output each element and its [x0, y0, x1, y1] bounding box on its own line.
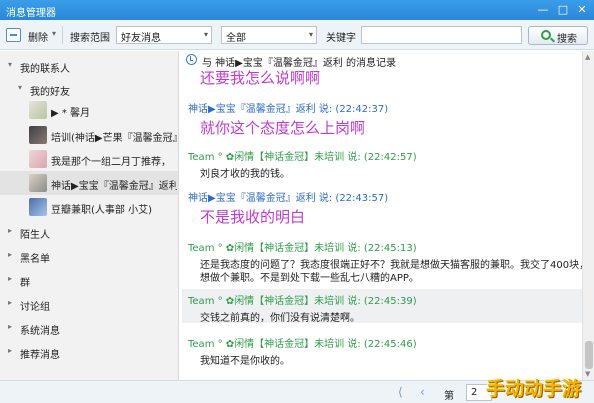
tree-category-recommendations[interactable]: ▸ 推荐消息 [0, 341, 178, 363]
contact-item[interactable]: ▶ * 馨月 [0, 98, 178, 122]
window-title: 消息管理器 [6, 8, 56, 19]
tree-root-label: 我的联系人 [20, 64, 70, 75]
expand-arrow-icon: ▸ [8, 226, 13, 235]
message-log-title: 与 神话▶宝宝『温馨金冠』返利 的消息记录 [202, 58, 397, 69]
avatar [29, 150, 47, 168]
tree-category-groups[interactable]: ▸ 群 [0, 269, 178, 291]
tree-category-strangers[interactable]: ▸ 陌生人 [0, 221, 178, 243]
tree-category-discussions[interactable]: ▸ 讨论组 [0, 293, 178, 315]
range-select-value: 全部 [226, 33, 246, 44]
scope-select-value: 好友消息 [121, 33, 161, 44]
contact-tree: ▾ 我的联系人 ▾ 我的好友 ▶ * 馨月 培训(神话▶芒果『温馨金冠』 我是那… [0, 51, 179, 380]
message-text: 还要我怎么说啊啊 [200, 69, 321, 87]
search-scope-label: 搜索范围 [70, 33, 110, 44]
search-button-label: 搜索 [557, 34, 577, 45]
message-sender: Team ° ✿闲情【神话金冠】未培训 说: (22:42:57) [188, 152, 417, 163]
contact-item-selected[interactable]: 神话▶宝宝『温馨金冠』返利 [0, 171, 178, 195]
tree-group-label: 我的好友 [30, 87, 70, 98]
keyword-label: 关键字 [326, 33, 356, 44]
contact-name: 培训(神话▶芒果『温馨金冠』 [51, 133, 177, 144]
category-label: 系统消息 [20, 326, 60, 337]
category-label: 推荐消息 [20, 350, 60, 361]
contact-item[interactable]: 培训(神话▶芒果『温馨金冠』 [0, 123, 178, 147]
title-bar: 消息管理器 — □ ✕ [0, 0, 594, 20]
message-text: 不是我收的明白 [200, 208, 306, 226]
avatar [29, 101, 47, 119]
expand-arrow-icon: ▸ [8, 274, 13, 283]
chevron-down-icon: ▾ [203, 30, 208, 39]
toolbar: 删除 ▾ 搜索范围 好友消息 ▾ 全部 ▾ 关键字 搜索 [0, 20, 594, 50]
expand-arrow-icon: ▸ [8, 322, 13, 331]
tree-root-my-contacts[interactable]: ▾ 我的联系人 [0, 55, 178, 77]
category-label: 群 [20, 278, 30, 289]
message-text: 刘良才收的我的钱。 [200, 169, 290, 180]
delete-button[interactable]: 删除 [28, 29, 48, 44]
minimize-button[interactable]: — [536, 3, 550, 17]
expand-arrow-icon: ▸ [8, 346, 13, 355]
chevron-down-icon: ▾ [308, 30, 313, 39]
tree-category-blacklist[interactable]: ▸ 黑名单 [0, 245, 178, 267]
clock-icon [186, 54, 197, 65]
message-text: 就你这个态度怎么上岗啊 [200, 119, 366, 137]
message-sender: Team ° ✿闲情【神话金冠】未培训 说: (22:45:46) [188, 339, 417, 350]
message-sender: Team ° ✿闲情【神话金冠】未培训 说: (22:45:13) [188, 243, 417, 254]
previous-page-button[interactable]: ‹ [420, 385, 425, 399]
expand-arrow-icon: ▾ [18, 83, 23, 92]
tree-group-my-friends[interactable]: ▾ 我的好友 [0, 78, 178, 100]
keyword-input[interactable] [361, 26, 522, 44]
message-text-continued: 想做个兼职。不是到处下载一些乱七八糟的APP。 [200, 273, 419, 284]
scope-select[interactable]: 好友消息 ▾ [116, 26, 212, 44]
category-label: 黑名单 [20, 254, 50, 265]
contact-item[interactable]: 豆瓣兼职(人事部 小艾) [0, 195, 178, 219]
delete-dropdown-icon[interactable]: ▾ [52, 29, 56, 38]
contact-name: 我是那个一组二月丁推荐， [51, 157, 171, 168]
page-label: 第 [444, 391, 454, 402]
scroll-up-icon[interactable]: ▲ [585, 53, 590, 61]
message-text: 我知道不是你收的。 [200, 356, 290, 367]
message-log[interactable]: 还要我怎么说啊啊 与 神话▶宝宝『温馨金冠』返利 的消息记录 神话▶宝宝『温馨金… [180, 51, 594, 380]
message-log-header: 与 神话▶宝宝『温馨金冠』返利 的消息记录 [180, 51, 582, 69]
search-button[interactable]: 搜索 [528, 26, 588, 45]
message-log-scrollbar[interactable]: ▲ ▼ [582, 51, 594, 380]
category-label: 陌生人 [20, 230, 50, 241]
contact-item[interactable]: 我是那个一组二月丁推荐， [0, 147, 178, 171]
delete-icon[interactable] [6, 28, 21, 42]
close-button[interactable]: ✕ [575, 3, 589, 17]
message-sender: 神话▶宝宝『温馨金冠』返利 说: (22:43:57) [188, 193, 389, 204]
avatar [29, 174, 47, 192]
search-icon [541, 30, 551, 40]
first-page-button[interactable]: ⟨ [398, 385, 403, 399]
message-sender: Team ° ✿闲情【神话金冠】未培训 说: (22:45:39) [188, 296, 417, 307]
watermark-text: 手动动手游 [486, 378, 582, 400]
tree-category-system-messages[interactable]: ▸ 系统消息 [0, 317, 178, 339]
expand-arrow-icon: ▾ [8, 60, 13, 69]
toolbar-divider [62, 26, 63, 44]
message-sender: 神话▶宝宝『温馨金冠』返利 说: (22:42:37) [188, 104, 389, 115]
expand-arrow-icon: ▸ [8, 250, 13, 259]
avatar [29, 126, 47, 144]
expand-arrow-icon: ▸ [8, 298, 13, 307]
maximize-button[interactable]: □ [556, 3, 570, 17]
range-select[interactable]: 全部 ▾ [221, 26, 317, 44]
scrollbar-thumb[interactable] [585, 341, 593, 369]
category-label: 讨论组 [20, 302, 50, 313]
contact-name: 豆瓣兼职(人事部 小艾) [51, 205, 152, 216]
message-text: 交钱之前真的，你们没有说清楚啊。 [200, 313, 360, 324]
site-watermark-logo: 手动动手游 [478, 370, 594, 403]
contact-name: 神话▶宝宝『温馨金冠』返利 [51, 181, 177, 192]
contact-name: ▶ * 馨月 [51, 108, 91, 119]
avatar [29, 198, 47, 216]
